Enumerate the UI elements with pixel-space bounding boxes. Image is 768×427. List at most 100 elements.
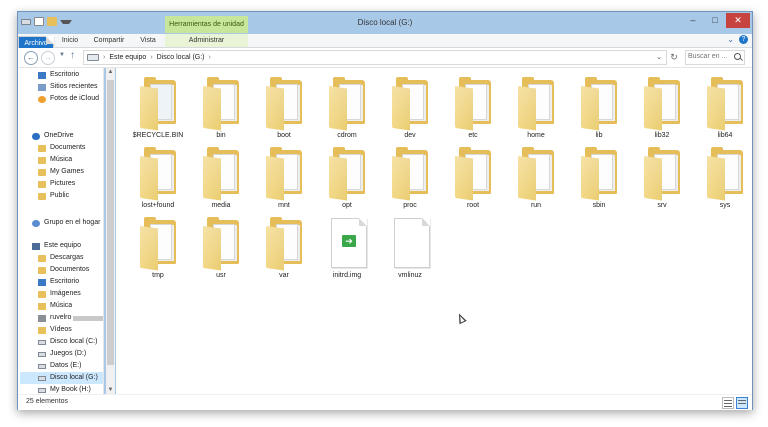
scroll-up-arrow[interactable]: ▲ — [106, 69, 115, 75]
search-icon[interactable] — [734, 53, 741, 60]
nav-item-fotos-icloud[interactable]: Fotos de iCloud — [38, 93, 99, 105]
folder-item[interactable]: lib32 — [634, 76, 690, 140]
folder-item[interactable]: opt — [319, 146, 375, 210]
folder-item[interactable]: lost+found — [130, 146, 186, 210]
details-view-button[interactable] — [722, 397, 734, 409]
folder-item[interactable]: lib64 — [697, 76, 753, 140]
address-bar[interactable]: › Este equipo › Disco local (G:) › ⌄ — [83, 50, 667, 65]
nav-item-imagenes[interactable]: Imágenes — [38, 288, 81, 300]
folder-icon — [581, 147, 617, 201]
onedrive-icon — [32, 132, 40, 140]
nav-item-sitios-recientes[interactable]: Sitios recientes — [38, 81, 97, 93]
folder-item[interactable]: home — [508, 76, 564, 140]
folder-item[interactable]: mnt — [256, 146, 312, 210]
folder-item[interactable]: run — [508, 146, 564, 210]
folder-item[interactable]: boot — [256, 76, 312, 140]
folder-icon — [38, 168, 46, 176]
search-input[interactable] — [688, 51, 732, 62]
minimize-button[interactable]: ‒ — [682, 13, 704, 28]
nav-item-descargas[interactable]: Descargas — [38, 252, 83, 264]
recent-places-icon — [38, 83, 46, 91]
folder-item[interactable]: root — [445, 146, 501, 210]
help-button[interactable]: ? — [739, 35, 748, 44]
address-dropdown-button[interactable]: ⌄ — [656, 51, 662, 64]
folder-item[interactable]: etc — [445, 76, 501, 140]
tab-compartir[interactable]: Compartir — [88, 34, 130, 47]
tab-administrar[interactable]: Administrar — [165, 34, 248, 47]
breadcrumb-este-equipo[interactable]: Este equipo — [109, 54, 146, 61]
nav-item-videos[interactable]: Vídeos — [38, 324, 72, 336]
nav-item-datos-e[interactable]: Datos (E:) — [38, 360, 82, 372]
nav-item-juegos-d[interactable]: Juegos (D:) — [38, 348, 86, 360]
item-label: srv — [657, 202, 667, 209]
nav-item-escritorio[interactable]: Escritorio — [38, 276, 79, 288]
nav-item-escritorio-fav[interactable]: Escritorio — [38, 69, 79, 81]
search-box[interactable] — [685, 50, 745, 65]
up-button[interactable]: ↑ — [70, 50, 75, 61]
folder-icon — [266, 217, 302, 271]
nav-item-public[interactable]: Public — [38, 190, 69, 202]
folder-item[interactable]: sbin — [571, 146, 627, 210]
nav-item-ruvelro[interactable]: ruvelro — [38, 312, 103, 324]
title-bar[interactable]: Herramientas de unidad Disco local (G:) … — [18, 12, 752, 34]
scrollbar-thumb[interactable] — [107, 80, 114, 365]
folder-item[interactable]: proc — [382, 146, 438, 210]
folder-item[interactable]: bin — [193, 76, 249, 140]
item-label: mnt — [278, 202, 290, 209]
forward-button[interactable]: → — [41, 51, 55, 65]
folder-item[interactable]: lib — [571, 76, 627, 140]
nav-item-documentos[interactable]: Documentos — [38, 264, 89, 276]
folder-item[interactable]: cdrom — [319, 76, 375, 140]
folder-item[interactable]: usr — [193, 216, 249, 280]
file-item[interactable]: ➔ initrd.img — [319, 216, 375, 280]
folder-item[interactable]: $RECYCLE.BIN — [130, 76, 186, 140]
breadcrumb-current-drive[interactable]: Disco local (G:) — [157, 54, 205, 61]
nav-pane-scrollbar[interactable]: ▲ ▼ — [106, 68, 115, 394]
nav-item-grupo-hogar[interactable]: Grupo en el hogar — [32, 217, 100, 229]
folder-item[interactable]: srv — [634, 146, 690, 210]
folder-icon — [266, 147, 302, 201]
nav-item-documents[interactable]: Documents — [38, 142, 85, 154]
refresh-button[interactable]: ↻ — [668, 51, 680, 64]
maximize-button[interactable]: □ — [706, 13, 724, 28]
videos-icon — [38, 326, 46, 334]
item-label: sbin — [592, 202, 606, 209]
nav-item-my-games[interactable]: My Games — [38, 166, 84, 178]
nav-item-este-equipo[interactable]: Este equipo — [32, 240, 81, 252]
nav-item-onedrive[interactable]: OneDrive — [32, 130, 74, 142]
nav-item-my-book-h[interactable]: My Book (H:) — [38, 384, 91, 394]
nav-item-disco-c[interactable]: Disco local (C:) — [38, 336, 97, 348]
item-label: dev — [404, 132, 416, 139]
homegroup-icon — [32, 219, 40, 227]
close-button[interactable]: ✕ — [726, 13, 750, 28]
folder-item[interactable]: sys — [697, 146, 753, 210]
scroll-down-arrow[interactable]: ▼ — [106, 387, 115, 393]
nav-item-disco-g[interactable]: Disco local (G:) — [20, 372, 103, 384]
folder-item[interactable]: var — [256, 216, 312, 280]
nav-item-pictures[interactable]: Pictures — [38, 178, 75, 190]
file-list[interactable]: $RECYCLE.BIN bin boot cdrom dev etc home lib lib… — [116, 68, 752, 394]
nav-item-musica-onedrive[interactable]: Música — [38, 154, 72, 166]
tab-vista[interactable]: Vista — [134, 34, 162, 47]
breadcrumb-separator[interactable]: › — [209, 54, 211, 61]
folder-icon — [392, 147, 428, 201]
tab-inicio[interactable]: Inicio — [56, 34, 84, 47]
folder-icon — [266, 77, 302, 131]
status-bar: 25 elementos — [18, 394, 752, 410]
large-icons-view-button[interactable] — [736, 397, 748, 409]
recent-locations-button[interactable]: ▼ — [59, 52, 65, 58]
back-button[interactable]: ← — [24, 51, 38, 65]
folder-item[interactable]: dev — [382, 76, 438, 140]
breadcrumb-separator[interactable]: › — [150, 54, 152, 61]
expand-ribbon-button[interactable]: ⌄ — [727, 35, 734, 44]
folder-item[interactable]: media — [193, 146, 249, 210]
folder-item[interactable]: tmp — [130, 216, 186, 280]
drive-icon — [38, 363, 46, 369]
drive-icon — [38, 387, 46, 393]
item-label: lost+found — [141, 202, 175, 209]
file-item[interactable]: vmlinuz — [382, 216, 438, 280]
item-label: lib64 — [717, 132, 733, 139]
folder-icon — [392, 77, 428, 131]
item-label: vmlinuz — [398, 272, 422, 279]
nav-item-musica[interactable]: Música — [38, 300, 72, 312]
